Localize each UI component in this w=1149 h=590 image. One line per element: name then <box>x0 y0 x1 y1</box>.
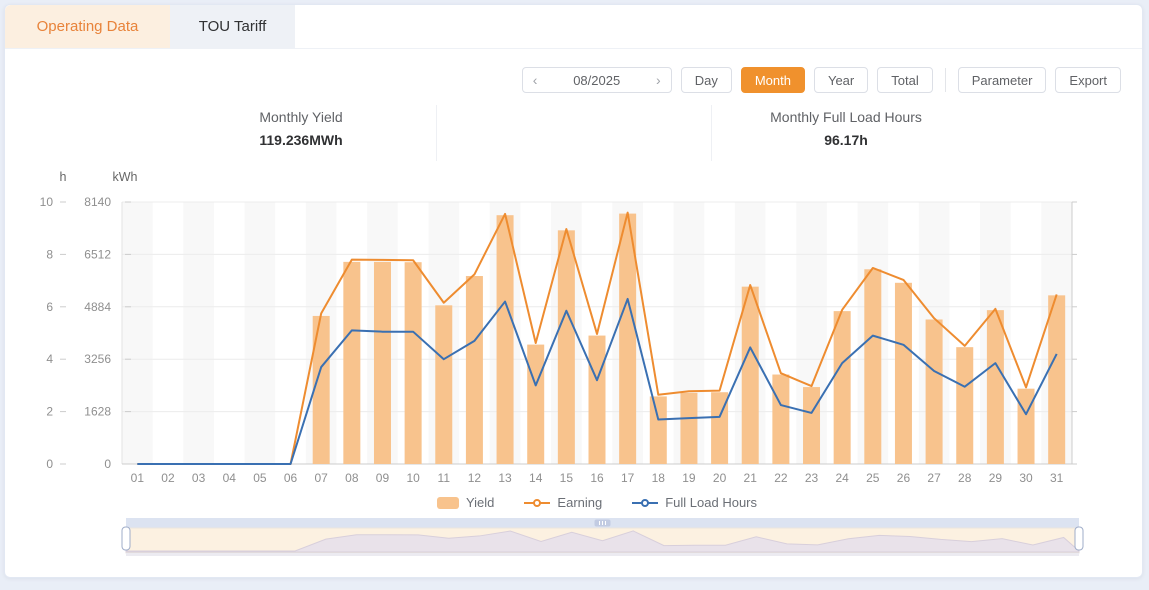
parameter-button[interactable]: Parameter <box>958 67 1047 93</box>
legend-yield-label: Yield <box>466 495 494 510</box>
metric-full-load-hours: Monthly Full Load Hours 96.17h <box>770 109 922 148</box>
svg-text:11: 11 <box>438 471 451 485</box>
svg-text:29: 29 <box>989 471 1003 485</box>
date-picker-value: 08/2025 <box>573 73 620 88</box>
datazoom-left-handle[interactable] <box>122 527 130 550</box>
svg-text:6: 6 <box>46 300 53 314</box>
tab-operating-data-label: Operating Data <box>37 18 139 35</box>
tab-bar: Operating Data TOU Tariff <box>5 5 1142 49</box>
metric-full-load-hours-value: 96.17h <box>770 132 922 148</box>
svg-text:16: 16 <box>590 471 604 485</box>
metric-full-load-hours-label: Monthly Full Load Hours <box>770 109 922 125</box>
svg-text:08: 08 <box>345 471 359 485</box>
svg-text:15: 15 <box>560 471 574 485</box>
svg-text:05: 05 <box>253 471 267 485</box>
svg-text:12: 12 <box>468 471 482 485</box>
toolbar-divider <box>945 68 946 92</box>
svg-text:07: 07 <box>315 471 329 485</box>
total-button[interactable]: Total <box>877 67 932 93</box>
svg-text:03: 03 <box>192 471 206 485</box>
svg-text:8: 8 <box>46 247 53 261</box>
chevron-left-icon[interactable]: ‹ <box>533 73 538 87</box>
legend-item-earning[interactable]: Earning <box>524 495 602 510</box>
svg-text:14: 14 <box>529 471 543 485</box>
tab-tou-tariff[interactable]: TOU Tariff <box>170 5 295 48</box>
svg-text:8140: 8140 <box>84 195 111 209</box>
svg-text:09: 09 <box>376 471 390 485</box>
operating-data-card: 0246810016283256488465128140hkWh01020304… <box>4 4 1143 578</box>
svg-text:04: 04 <box>223 471 237 485</box>
svg-text:26: 26 <box>897 471 911 485</box>
yield-swatch-icon <box>437 497 459 509</box>
svg-text:25: 25 <box>866 471 880 485</box>
svg-text:01: 01 <box>131 471 145 485</box>
svg-text:24: 24 <box>835 471 849 485</box>
svg-text:22: 22 <box>774 471 788 485</box>
year-button[interactable]: Year <box>814 67 868 93</box>
svg-text:kWh: kWh <box>113 170 138 184</box>
earning-line-icon <box>524 497 550 509</box>
metrics-divider-2 <box>711 105 712 161</box>
x-axis-labels: 01 02 03 04 05 06 07 08 09 10 11 12 13 14 15 16 17 18 19 20… <box>131 471 1064 485</box>
svg-text:4: 4 <box>46 352 53 366</box>
svg-text:0: 0 <box>104 457 111 471</box>
svg-text:17: 17 <box>621 471 635 485</box>
svg-text:18: 18 <box>652 471 666 485</box>
svg-text:6512: 6512 <box>84 247 111 261</box>
full-load-hours-line-icon <box>632 497 658 509</box>
legend-item-flh[interactable]: Full Load Hours <box>632 495 757 510</box>
svg-text:19: 19 <box>682 471 696 485</box>
svg-text:02: 02 <box>161 471 175 485</box>
datazoom-slider[interactable] <box>122 518 1083 556</box>
chart-legend: Yield Earning Full Load Hours <box>122 495 1072 510</box>
svg-text:27: 27 <box>927 471 941 485</box>
svg-text:20: 20 <box>713 471 727 485</box>
day-button[interactable]: Day <box>681 67 732 93</box>
tab-tou-tariff-label: TOU Tariff <box>199 18 267 35</box>
legend-flh-label: Full Load Hours <box>665 495 757 510</box>
operating-data-page: { "tabs": [ { "label": "Operating Data",… <box>0 0 1149 590</box>
toolbar: ‹ 08/2025 › Day Month Year Total Paramet… <box>522 67 1121 93</box>
legend-item-yield[interactable]: Yield <box>437 495 494 510</box>
svg-text:30: 30 <box>1019 471 1033 485</box>
svg-text:h: h <box>60 170 67 184</box>
svg-text:10: 10 <box>406 471 420 485</box>
month-button[interactable]: Month <box>741 67 805 93</box>
tab-operating-data[interactable]: Operating Data <box>5 5 170 48</box>
svg-text:0: 0 <box>46 457 53 471</box>
svg-text:21: 21 <box>744 471 758 485</box>
svg-text:2: 2 <box>46 405 53 419</box>
svg-text:13: 13 <box>498 471 512 485</box>
svg-text:1628: 1628 <box>84 405 111 419</box>
datazoom-right-handle[interactable] <box>1075 527 1083 550</box>
chevron-right-icon[interactable]: › <box>656 73 661 87</box>
legend-earning-label: Earning <box>557 495 602 510</box>
metric-monthly-yield: Monthly Yield 119.236MWh <box>259 109 342 148</box>
svg-text:06: 06 <box>284 471 298 485</box>
svg-text:10: 10 <box>40 195 54 209</box>
metrics-divider-1 <box>436 105 437 161</box>
metric-monthly-yield-value: 119.236MWh <box>259 132 342 148</box>
svg-text:28: 28 <box>958 471 972 485</box>
date-picker[interactable]: ‹ 08/2025 › <box>522 67 672 93</box>
export-button[interactable]: Export <box>1055 67 1121 93</box>
svg-text:23: 23 <box>805 471 819 485</box>
svg-text:31: 31 <box>1050 471 1064 485</box>
metric-monthly-yield-label: Monthly Yield <box>259 109 342 125</box>
svg-text:3256: 3256 <box>84 352 111 366</box>
svg-text:4884: 4884 <box>84 300 111 314</box>
